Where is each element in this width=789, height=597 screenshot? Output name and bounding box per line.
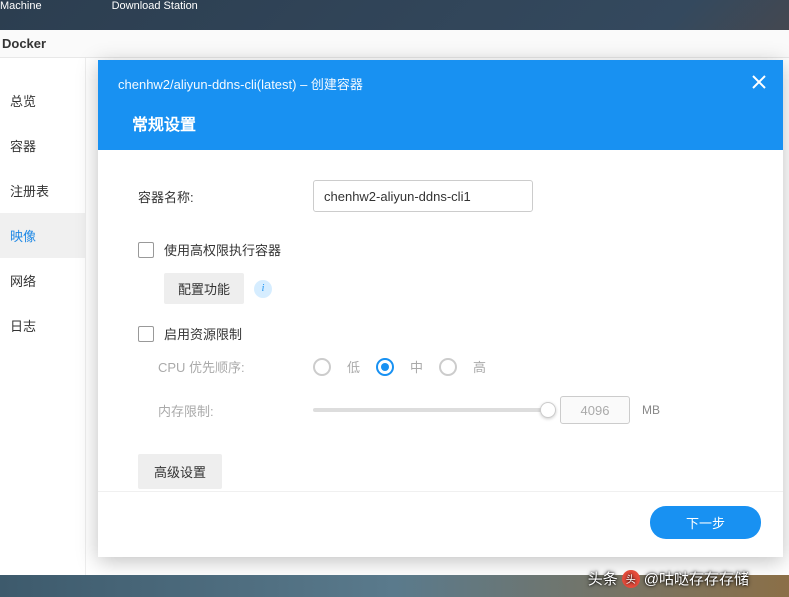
sidebar-item-registry[interactable]: 注册表: [0, 168, 85, 213]
topbar-item-download-station[interactable]: Download Station: [112, 0, 198, 12]
cpu-radio-low-label: 低: [347, 357, 360, 376]
sidebar-item-network[interactable]: 网络: [0, 258, 85, 303]
close-icon[interactable]: [749, 72, 769, 92]
mem-slider[interactable]: [313, 408, 548, 412]
cpu-radio-mid-label: 中: [410, 357, 423, 376]
watermark-prefix: 头条: [588, 568, 618, 589]
container-name-label: 容器名称:: [138, 187, 313, 206]
sidebar-item-log[interactable]: 日志: [0, 303, 85, 348]
modal-title: 常规设置: [118, 111, 763, 135]
sidebar-item-container[interactable]: 容器: [0, 123, 85, 168]
watermark-text: @咕哒存存存储: [644, 568, 749, 589]
modal-breadcrumb: chenhw2/aliyun-ddns-cli(latest) – 创建容器: [118, 74, 763, 93]
high-priv-label: 使用高权限执行容器: [164, 240, 281, 259]
docker-sidebar: 总览 容器 注册表 映像 网络 日志: [0, 58, 86, 575]
sidebar-item-overview[interactable]: 总览: [0, 78, 85, 123]
modal-footer: 下一步: [98, 491, 783, 557]
container-name-input[interactable]: [313, 180, 533, 212]
create-container-modal: chenhw2/aliyun-ddns-cli(latest) – 创建容器 常…: [98, 60, 783, 557]
next-button[interactable]: 下一步: [650, 506, 761, 539]
docker-titlebar[interactable]: Docker: [0, 30, 789, 58]
cpu-priority-radio-group: 低 中 高: [313, 357, 486, 376]
resource-limit-checkbox[interactable]: [138, 326, 154, 342]
watermark: 头条 头 @咕哒存存存储: [588, 568, 749, 589]
cpu-radio-low[interactable]: [313, 358, 331, 376]
mem-slider-thumb[interactable]: [540, 402, 556, 418]
advanced-settings-button[interactable]: 高级设置: [138, 454, 222, 489]
desktop-topbar: Machine Download Station: [0, 0, 789, 18]
modal-body: 容器名称: 使用高权限执行容器 配置功能 i 启用资源限制 CPU 优先顺序: …: [98, 150, 783, 491]
high-priv-checkbox[interactable]: [138, 242, 154, 258]
cpu-radio-high-label: 高: [473, 357, 486, 376]
docker-title: Docker: [2, 36, 46, 51]
config-function-button[interactable]: 配置功能: [164, 273, 244, 304]
mem-input[interactable]: [560, 396, 630, 424]
mem-unit-label: MB: [642, 403, 660, 417]
cpu-radio-high[interactable]: [439, 358, 457, 376]
mem-limit-label: 内存限制:: [138, 401, 313, 420]
cpu-radio-mid[interactable]: [376, 358, 394, 376]
sidebar-item-image[interactable]: 映像: [0, 213, 85, 258]
cpu-priority-label: CPU 优先顺序:: [138, 357, 313, 376]
topbar-item-machine[interactable]: Machine: [0, 0, 42, 12]
resource-limit-label: 启用资源限制: [164, 324, 242, 343]
info-icon[interactable]: i: [254, 280, 272, 298]
watermark-icon: 头: [622, 570, 640, 588]
modal-header: chenhw2/aliyun-ddns-cli(latest) – 创建容器 常…: [98, 60, 783, 150]
